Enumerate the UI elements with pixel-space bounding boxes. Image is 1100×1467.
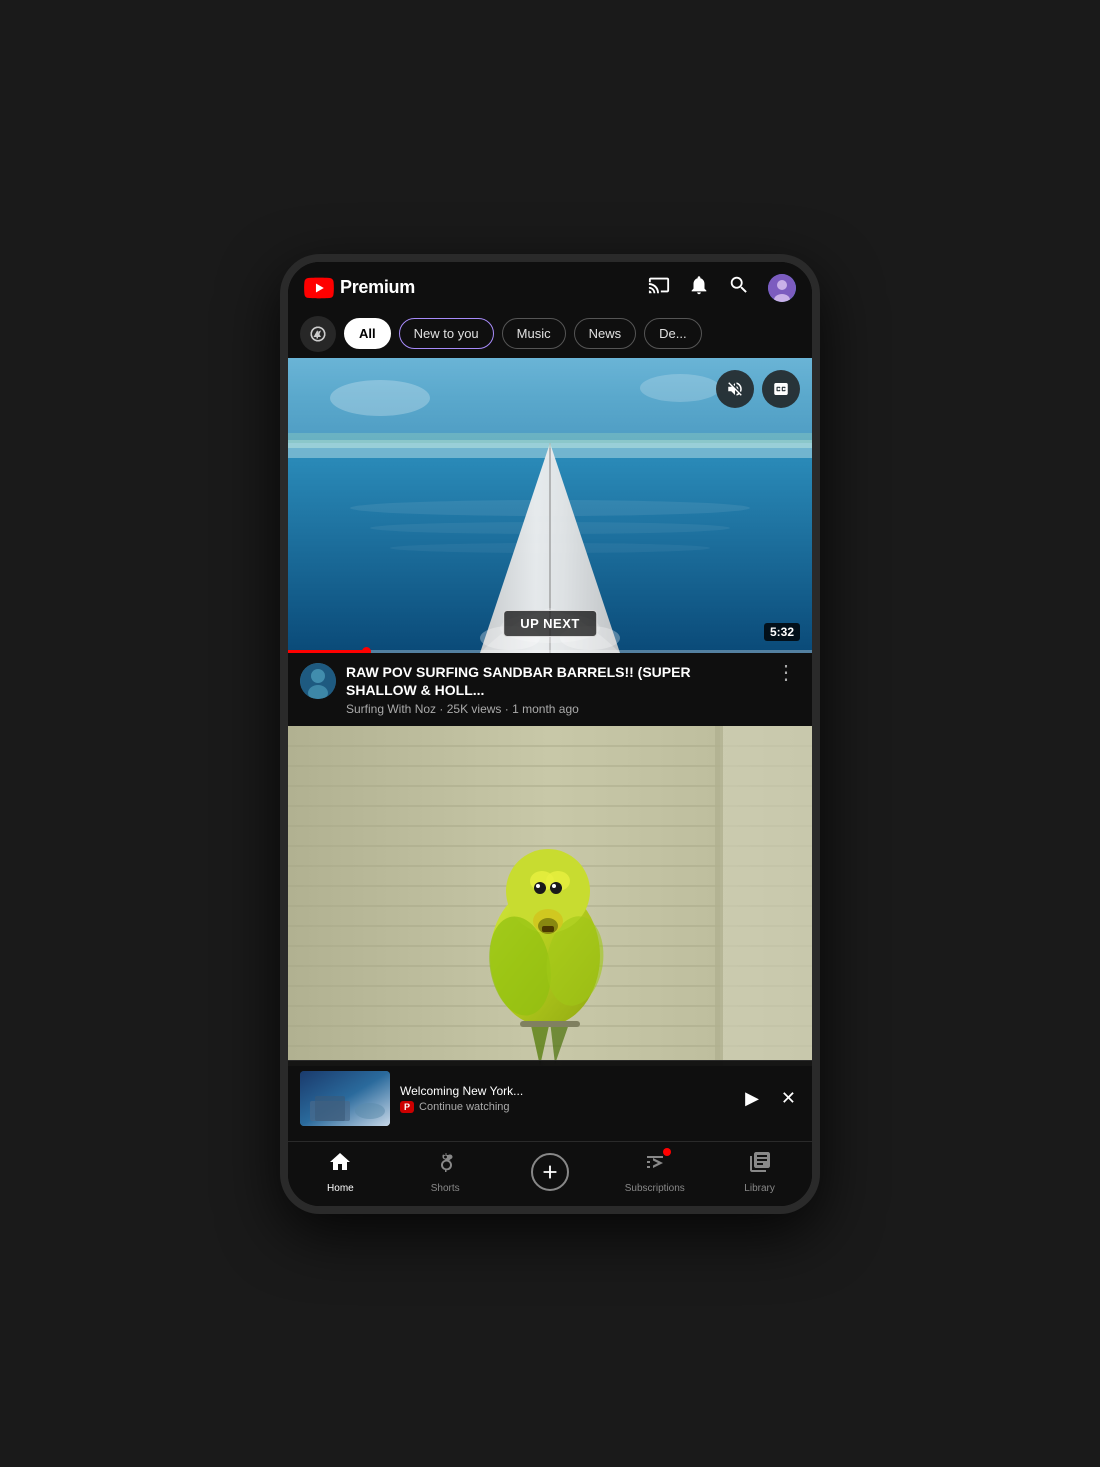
video-top-controls bbox=[716, 370, 800, 408]
video-title: RAW POV SURFING SANDBAR BARRELS!! (SUPER… bbox=[346, 663, 762, 699]
header-icons bbox=[648, 274, 796, 302]
continue-watching-label: Continue watching bbox=[419, 1101, 510, 1113]
mini-thumb-inner bbox=[300, 1071, 390, 1126]
library-label: Library bbox=[744, 1183, 775, 1194]
youtube-logo bbox=[304, 277, 334, 299]
subscriptions-icon bbox=[643, 1150, 667, 1180]
bell-icon[interactable] bbox=[688, 274, 710, 302]
subscriptions-label: Subscriptions bbox=[625, 1183, 685, 1194]
video-duration: 5:32 bbox=[764, 623, 800, 641]
brand-name: Premium bbox=[340, 277, 415, 298]
library-icon bbox=[748, 1150, 772, 1180]
avatar[interactable] bbox=[768, 274, 796, 302]
explore-button[interactable] bbox=[300, 316, 336, 352]
continue-watching-row: P Continue watching bbox=[400, 1101, 727, 1113]
separator2: · bbox=[505, 702, 512, 716]
home-icon bbox=[328, 1150, 352, 1180]
filter-music[interactable]: Music bbox=[502, 318, 566, 349]
shorts-icon bbox=[433, 1150, 457, 1180]
cc-button[interactable] bbox=[762, 370, 800, 408]
mini-player: Welcoming New York... P Continue watchin… bbox=[288, 1060, 812, 1136]
up-next-badge: UP NEXT bbox=[503, 610, 597, 637]
nav-library[interactable]: Library bbox=[707, 1150, 812, 1194]
channel-avatar-inner bbox=[300, 663, 336, 699]
filter-news[interactable]: News bbox=[574, 318, 637, 349]
mini-title: Welcoming New York... bbox=[400, 1084, 727, 1098]
bird-bg bbox=[288, 726, 812, 1066]
video-subtitle: Surfing With Noz · 25K views · 1 month a… bbox=[346, 702, 762, 716]
add-button[interactable] bbox=[531, 1153, 569, 1191]
home-label: Home bbox=[327, 1183, 354, 1194]
search-icon[interactable] bbox=[728, 274, 750, 302]
app-header: Premium bbox=[288, 262, 812, 310]
channel-name: Surfing With Noz bbox=[346, 702, 436, 716]
mini-thumbnail bbox=[300, 1071, 390, 1126]
nav-add[interactable] bbox=[498, 1153, 603, 1191]
mute-button[interactable] bbox=[716, 370, 754, 408]
notification-dot bbox=[663, 1148, 671, 1156]
view-count: 25K views bbox=[447, 702, 502, 716]
channel-avatar[interactable] bbox=[300, 663, 336, 699]
phone-frame: Premium All bbox=[280, 254, 820, 1214]
bottom-nav: Home Shorts Subscriptions bbox=[288, 1141, 812, 1206]
progress-dot bbox=[362, 647, 371, 653]
mini-info: Welcoming New York... P Continue watchin… bbox=[400, 1084, 727, 1113]
filter-bar: All New to you Music News De... bbox=[288, 310, 812, 358]
filter-more[interactable]: De... bbox=[644, 318, 701, 349]
mini-play-button[interactable]: ▶ bbox=[737, 1088, 767, 1109]
more-options-button[interactable]: ⋮ bbox=[772, 663, 800, 683]
youtube-icon bbox=[304, 277, 334, 299]
progress-bar[interactable] bbox=[288, 650, 812, 653]
logo-area: Premium bbox=[304, 277, 415, 299]
phone-inner: Premium All bbox=[288, 262, 812, 1206]
shorts-label: Shorts bbox=[431, 1183, 460, 1194]
video-player[interactable]: UP NEXT 5:32 bbox=[288, 358, 812, 653]
nav-subscriptions[interactable]: Subscriptions bbox=[602, 1150, 707, 1194]
mini-close-button[interactable]: ✕ bbox=[777, 1088, 800, 1109]
bird-video[interactable] bbox=[288, 726, 812, 1066]
nav-home[interactable]: Home bbox=[288, 1150, 393, 1194]
separator: · bbox=[439, 702, 446, 716]
premium-badge: P bbox=[400, 1101, 414, 1113]
video-info-row: RAW POV SURFING SANDBAR BARRELS!! (SUPER… bbox=[288, 653, 812, 726]
progress-fill bbox=[288, 650, 367, 653]
time-ago: 1 month ago bbox=[512, 702, 579, 716]
bird-scene bbox=[288, 726, 812, 1066]
filter-all[interactable]: All bbox=[344, 318, 391, 349]
nav-shorts[interactable]: Shorts bbox=[393, 1150, 498, 1194]
cast-icon[interactable] bbox=[648, 274, 670, 302]
filter-new-to-you[interactable]: New to you bbox=[399, 318, 494, 349]
video-meta: RAW POV SURFING SANDBAR BARRELS!! (SUPER… bbox=[346, 663, 762, 716]
